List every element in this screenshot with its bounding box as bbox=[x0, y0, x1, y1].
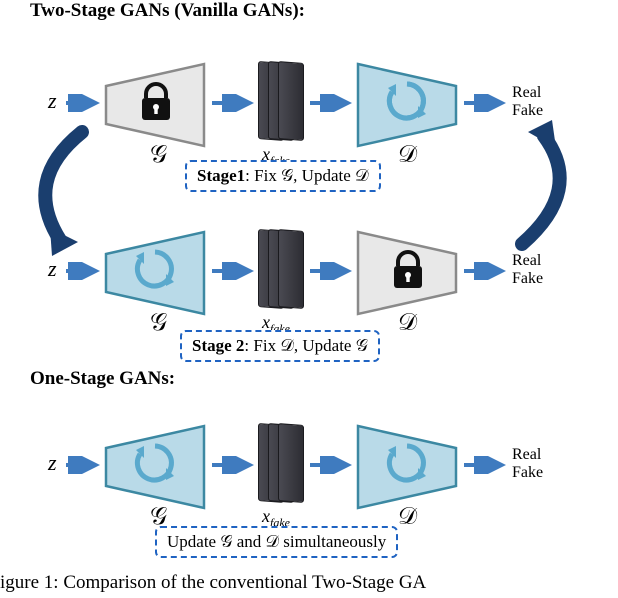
d-symbol: 𝒟 bbox=[398, 504, 417, 531]
arrow-d-out-icon bbox=[464, 456, 508, 474]
onestage-text: Update 𝒢 and 𝒟 simultaneously bbox=[167, 532, 386, 551]
stage1-text: : Fix 𝒢, Update 𝒟 bbox=[245, 166, 368, 185]
arrow-x-to-d-icon bbox=[310, 456, 354, 474]
arrow-d-out-icon bbox=[464, 262, 508, 280]
z-label: z bbox=[48, 88, 57, 114]
lock-icon bbox=[138, 82, 174, 124]
two-stage-heading: Two-Stage GANs (Vanilla GANs): bbox=[30, 0, 305, 22]
g-symbol: 𝒢 bbox=[150, 310, 167, 337]
cycle-icon bbox=[384, 440, 430, 486]
arrow-z-to-g-icon bbox=[66, 262, 102, 280]
stage1-label: Stage1 bbox=[197, 166, 245, 185]
stage2-box: Stage 2: Fix 𝒟, Update 𝒢 bbox=[180, 330, 380, 362]
stage2-label: Stage 2 bbox=[192, 336, 244, 355]
figure-caption: igure 1: Comparison of the conventional … bbox=[0, 572, 426, 594]
z-label: z bbox=[48, 256, 57, 282]
two-stage-row-2: z 𝒢 xfake 𝒟 RealFake bbox=[0, 198, 618, 328]
cycle-icon bbox=[384, 78, 430, 124]
arrow-d-out-icon bbox=[464, 94, 508, 112]
one-stage-row: z 𝒢 xfake 𝒟 RealFake bbox=[0, 392, 618, 522]
arrow-g-to-x-icon bbox=[212, 94, 256, 112]
cycle-icon bbox=[132, 440, 178, 486]
g-symbol: 𝒢 bbox=[150, 142, 167, 169]
d-symbol: 𝒟 bbox=[398, 310, 417, 337]
z-label: z bbox=[48, 450, 57, 476]
arrow-z-to-g-icon bbox=[66, 94, 102, 112]
one-stage-heading: One-Stage GANs: bbox=[30, 368, 175, 390]
stage2-text: : Fix 𝒟, Update 𝒢 bbox=[244, 336, 367, 355]
arrow-g-to-x-icon bbox=[212, 456, 256, 474]
stage1-box: Stage1: Fix 𝒢, Update 𝒟 bbox=[185, 160, 381, 192]
arrow-x-to-d-icon bbox=[310, 94, 354, 112]
real-fake-label: RealFake bbox=[512, 252, 543, 289]
real-fake-label: RealFake bbox=[512, 84, 543, 121]
arrow-x-to-d-icon bbox=[310, 262, 354, 280]
lock-icon bbox=[390, 250, 426, 292]
real-fake-label: RealFake bbox=[512, 446, 543, 483]
onestage-box: Update 𝒢 and 𝒟 simultaneously bbox=[155, 526, 398, 558]
cycle-icon bbox=[132, 246, 178, 292]
arrow-g-to-x-icon bbox=[212, 262, 256, 280]
d-symbol: 𝒟 bbox=[398, 142, 417, 169]
arrow-z-to-g-icon bbox=[66, 456, 102, 474]
